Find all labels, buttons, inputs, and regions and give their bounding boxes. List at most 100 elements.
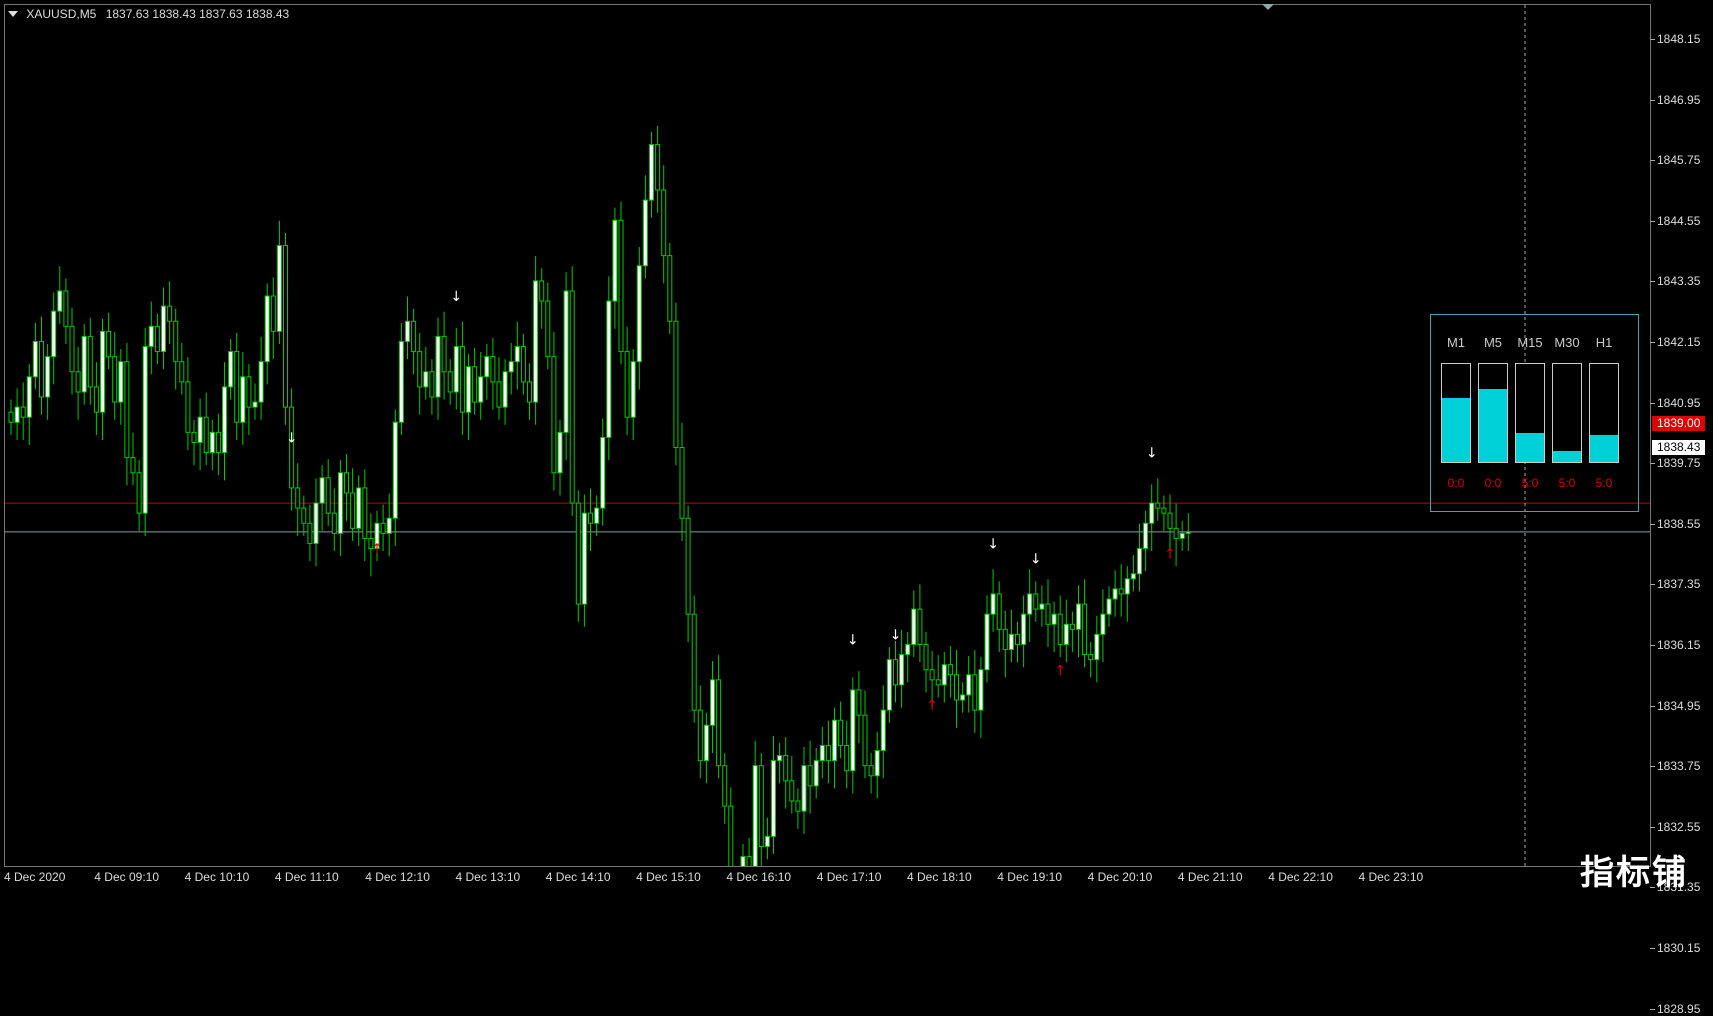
candle-body [947,664,953,676]
price-tick-label: 1843.35 [1649,274,1701,289]
candle-body [594,507,600,524]
candle-body [81,335,87,393]
price-tick-label: 1845.75 [1649,153,1701,168]
candle-body [679,447,685,519]
candle-body [533,280,539,403]
candle-body [331,512,337,534]
signal-count: 5:0 [1521,476,1539,490]
candle-body [649,144,654,201]
time-tick-label: 4 Dec 2020 [4,870,66,884]
candle-body [112,356,118,403]
price-tick-label: 1838.55 [1649,516,1701,531]
candle-body [130,457,136,474]
candle-body [1008,633,1014,651]
candle-body [1179,532,1185,539]
candle-body [551,356,557,474]
candle-body [746,856,752,866]
candle-body [844,744,850,772]
sell-arrow-icon: ↓ [847,632,859,648]
candle-body [710,679,715,726]
candle-body [32,340,38,378]
candle-body [26,376,32,418]
candle-body [563,290,569,433]
chart-area[interactable]: ↑ ↑ ↑ ↑ ↑ ↑ ↑ ↓ ↓ ↓ ↓ ↓ ↓ ↓ [4,4,1651,867]
candle-body [423,371,429,388]
sell-arrow-icon: ↓ [890,627,902,643]
candle-body [581,512,587,605]
shift-marker-icon[interactable] [1262,4,1274,10]
candle-body [197,416,203,443]
timeframe-label: H1 [1595,335,1613,350]
candle-body [825,744,831,762]
candlestick-chart[interactable]: ↑ ↑ ↑ ↑ ↑ ↑ ↑ ↓ ↓ ↓ ↓ ↓ ↓ ↓ [5,5,1650,866]
timeframe-label: M15 [1517,335,1543,350]
strength-bar [1552,363,1582,463]
candle-body [1112,588,1118,600]
sell-arrow-icon: ↓ [450,289,462,305]
time-tick-label: 4 Dec 22:10 [1268,870,1333,884]
price-tick-label: 1830.15 [1649,941,1701,955]
candle-body [167,305,173,322]
candle-body [148,325,154,348]
candle-body [1063,623,1069,645]
price-tick-label: 1837.35 [1649,577,1701,592]
candle-body [1161,507,1167,514]
price-tick-label: 1842.15 [1649,335,1701,349]
time-tick-label: 4 Dec 13:10 [455,870,521,884]
candle-body [173,320,179,363]
candle-body [39,340,44,398]
candle-body [14,406,20,423]
candle-body [697,709,703,762]
candle-body [893,659,898,686]
candle-body [447,371,453,393]
candle-body [758,765,764,847]
candle-body [87,335,93,388]
candle-body [478,376,484,403]
candle-body [588,512,593,524]
ohlc-values: 1837.63 1838.43 1837.63 1838.43 [105,7,290,21]
candle-body [801,765,807,812]
candle-body [466,366,471,413]
candle-body [118,361,124,403]
candle-body [819,744,825,762]
chart-menu-triangle-icon[interactable] [8,11,18,17]
buy-arrow-icon: ↑ [1164,547,1176,563]
candle-body [417,351,423,388]
time-tick-label: 4 Dec 17:10 [816,870,882,884]
candle-body [838,719,844,746]
time-tick-label: 4 Dec 23:10 [1358,870,1424,884]
candle-body [93,386,99,413]
candle-body [1045,603,1051,625]
time-tick-label: 4 Dec 11:10 [274,870,339,884]
candle-body [472,366,478,403]
candle-body [106,330,112,358]
sell-arrow-icon: ↓ [1146,446,1158,462]
time-tick-label: 4 Dec 16:10 [726,870,792,884]
candle-body [8,411,14,423]
signal-count: 0:0 [1447,476,1465,490]
candle-body [1057,613,1063,645]
candle-body [453,346,459,393]
timeframe-label: M30 [1554,335,1580,350]
candle-body [923,643,929,671]
candle-body [136,472,142,514]
candle-body [874,750,880,777]
candle-body [252,401,258,408]
time-tick-label: 4 Dec 10:10 [184,870,250,884]
candle-body [630,361,636,418]
candle-body [807,765,813,787]
candle-body [69,325,75,373]
candle-body [258,361,264,403]
candle-body [624,351,630,418]
candle-body [728,805,734,866]
signal-count: 5:0 [1558,476,1576,490]
time-tick-label: 4 Dec 21:10 [1177,870,1243,884]
candle-body [764,835,770,847]
candle-body [185,381,191,433]
candle-body [740,856,746,866]
candle-body [771,760,776,837]
price-tick-label: 1833.75 [1649,759,1701,774]
watermark-logo: 指标铺 [1580,853,1688,893]
candle-body [1185,531,1191,534]
time-tick-label: 4 Dec 19:10 [997,870,1063,884]
